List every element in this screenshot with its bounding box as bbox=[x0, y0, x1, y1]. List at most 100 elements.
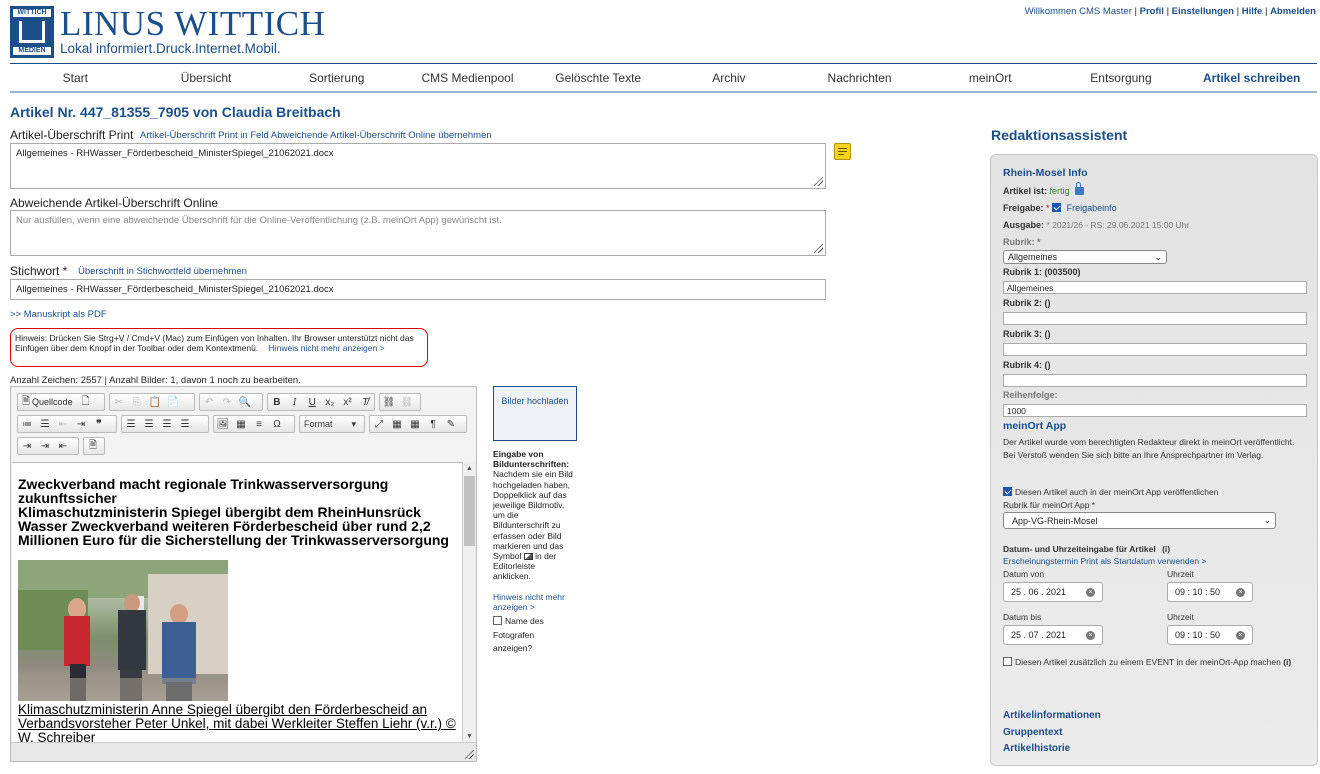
rubrik1-input[interactable]: Allgemeines bbox=[1003, 281, 1307, 294]
article-info-link[interactable]: Artikelinformationen bbox=[1003, 710, 1101, 721]
clear-icon[interactable]: × bbox=[1236, 630, 1245, 640]
article-photo[interactable] bbox=[18, 560, 228, 701]
bullet-list-icon[interactable]: ☰ bbox=[36, 416, 54, 432]
headline-print-input[interactable]: Allgemeines - RHWasser_Förderbescheid_Mi… bbox=[10, 143, 826, 189]
info-icon[interactable]: (i) bbox=[1283, 657, 1291, 667]
nav-archiv[interactable]: Archiv bbox=[664, 71, 795, 85]
bold-icon[interactable]: B bbox=[268, 394, 286, 410]
photographer-option[interactable]: Name des Fotografen anzeigen? bbox=[493, 615, 573, 656]
rubrik-app-select[interactable]: App-VG-Rhein-Mosel ⌄ bbox=[1003, 512, 1276, 529]
document-icon[interactable]: 🗎 bbox=[84, 438, 102, 454]
print-date-link[interactable]: Erscheinungstermin Print als Startdatum … bbox=[1003, 556, 1206, 566]
subscript-icon[interactable]: x₂ bbox=[321, 394, 339, 410]
superscript-icon[interactable]: x² bbox=[339, 394, 357, 410]
resize-handle[interactable] bbox=[814, 244, 823, 253]
special-char-icon[interactable]: Ω bbox=[268, 416, 286, 432]
editor-scrollbar[interactable]: ▲ ▼ bbox=[462, 462, 476, 743]
paste-icon[interactable]: 📋 bbox=[146, 394, 164, 410]
indent-remove-icon[interactable]: ⇥ bbox=[36, 438, 54, 454]
table-delete-icon[interactable]: ▦ bbox=[406, 416, 424, 432]
italic-icon[interactable]: I bbox=[286, 394, 304, 410]
nav-uebersicht[interactable]: Übersicht bbox=[141, 71, 272, 85]
einstellungen-link[interactable]: Einstellungen bbox=[1172, 6, 1234, 17]
spellcheck-icon[interactable]: ✎ bbox=[442, 416, 460, 432]
horizontal-line-icon[interactable]: ≡ bbox=[250, 416, 268, 432]
cut-icon[interactable]: ✂ bbox=[110, 394, 128, 410]
nav-meinort[interactable]: meinOrt bbox=[925, 71, 1056, 85]
align-center-icon[interactable]: ☰ bbox=[140, 416, 158, 432]
rubrik3-input[interactable] bbox=[1003, 343, 1307, 356]
nav-entsorgung[interactable]: Entsorgung bbox=[1056, 71, 1187, 85]
publish-app-checkbox[interactable] bbox=[1003, 487, 1012, 496]
source-button[interactable]: 🗎 Quellcode bbox=[18, 394, 77, 410]
copy-headline-link[interactable]: Artikel-Überschrift Print in Feld Abweic… bbox=[140, 130, 492, 141]
editor-content[interactable]: Zweckverband macht regionale Trinkwasser… bbox=[12, 462, 462, 743]
event-option[interactable]: Diesen Artikel zusätzlich zu einem EVENT… bbox=[1003, 656, 1303, 668]
order-input[interactable]: 1000 bbox=[1003, 404, 1307, 417]
date-to-input[interactable]: 25 . 07 . 2021 × bbox=[1003, 625, 1103, 645]
article-history-link[interactable]: Artikelhistorie bbox=[1003, 743, 1070, 754]
note-icon[interactable] bbox=[834, 143, 851, 160]
rubrik4-input[interactable] bbox=[1003, 374, 1307, 387]
clear-icon[interactable]: × bbox=[1236, 587, 1245, 597]
resize-handle[interactable] bbox=[814, 177, 823, 186]
image-icon[interactable]: 🖼 bbox=[214, 416, 232, 432]
align-right-icon[interactable]: ☰ bbox=[158, 416, 176, 432]
hilfe-link[interactable]: Hilfe bbox=[1242, 6, 1263, 17]
outdent-icon[interactable]: ⇤ bbox=[54, 416, 72, 432]
photographer-checkbox[interactable] bbox=[493, 616, 502, 626]
redo-icon[interactable]: ↷ bbox=[218, 394, 236, 410]
keyword-input[interactable]: Allgemeines - RHWasser_Förderbescheid_Mi… bbox=[10, 279, 826, 300]
format-select[interactable]: Format ▾ bbox=[299, 415, 365, 433]
align-justify-icon[interactable]: ☰ bbox=[176, 416, 194, 432]
headline-online-input[interactable]: Nur ausfüllen, wenn eine abweichende Übe… bbox=[10, 210, 826, 256]
nav-sortierung[interactable]: Sortierung bbox=[271, 71, 402, 85]
nav-nachrichten[interactable]: Nachrichten bbox=[794, 71, 925, 85]
date-from-input[interactable]: 25 . 06 . 2021 × bbox=[1003, 582, 1103, 602]
maximize-icon[interactable]: ⤢ bbox=[370, 416, 388, 432]
copy-icon[interactable]: ⎘ bbox=[128, 394, 146, 410]
align-left-icon[interactable]: ☰ bbox=[122, 416, 140, 432]
release-info-link[interactable]: Freigabeinfo bbox=[1067, 203, 1117, 213]
scroll-thumb[interactable] bbox=[464, 476, 475, 546]
underline-icon[interactable]: U bbox=[303, 394, 321, 410]
info-icon[interactable]: (i) bbox=[1162, 544, 1170, 554]
table-props-icon[interactable]: ▦ bbox=[388, 416, 406, 432]
nav-geloeschte-texte[interactable]: Gelöschte Texte bbox=[533, 71, 664, 85]
table-icon[interactable]: ▦ bbox=[232, 416, 250, 432]
nav-start[interactable]: Start bbox=[10, 71, 141, 85]
time-from-input[interactable]: 09 : 10 : 50 × bbox=[1167, 582, 1253, 602]
logo[interactable]: WITTICH MEDIEN LINUS WITTICH Lokal infor… bbox=[10, 6, 330, 58]
link-icon[interactable]: ⛓ bbox=[380, 394, 398, 410]
profil-link[interactable]: Profil bbox=[1140, 6, 1164, 17]
upload-images-button[interactable]: Bilder hochladen bbox=[493, 386, 577, 441]
lock-icon[interactable] bbox=[1075, 182, 1085, 195]
blockquote-icon[interactable]: ❞ bbox=[90, 416, 108, 432]
welcome-link[interactable]: Willkommen CMS Master bbox=[1025, 6, 1132, 17]
preview-icon[interactable]: 🗋 bbox=[77, 394, 95, 410]
event-checkbox[interactable] bbox=[1003, 657, 1012, 666]
scroll-up-icon[interactable]: ▲ bbox=[463, 462, 476, 475]
rubrik2-input[interactable] bbox=[1003, 312, 1307, 325]
hide-help-link[interactable]: Hinweis nicht mehr anzeigen > bbox=[493, 592, 573, 612]
manuscript-pdf-link[interactable]: >> Manuskript als PDF bbox=[10, 309, 107, 320]
nav-cms-medienpool[interactable]: CMS Medienpool bbox=[402, 71, 533, 85]
time-to-input[interactable]: 09 : 10 : 50 × bbox=[1167, 625, 1253, 645]
group-text-link[interactable]: Gruppentext bbox=[1003, 727, 1062, 738]
publish-app-option[interactable]: Diesen Artikel auch in der meinOrt App v… bbox=[1003, 487, 1218, 497]
unlink-icon[interactable]: ⛓ bbox=[398, 394, 416, 410]
clear-icon[interactable]: × bbox=[1086, 630, 1095, 640]
outdent-first-icon[interactable]: ⇤ bbox=[54, 438, 72, 454]
copy-keyword-link[interactable]: Überschrift in Stichwortfeld übernehmen bbox=[78, 266, 247, 277]
indent-first-icon[interactable]: ⇥ bbox=[18, 438, 36, 454]
clear-format-icon[interactable]: T̸ bbox=[356, 394, 374, 410]
numbered-list-icon[interactable]: ≔ bbox=[18, 416, 36, 432]
release-checkbox[interactable] bbox=[1052, 203, 1062, 212]
rubrik-select[interactable]: Allgemeines ⌄ bbox=[1003, 250, 1167, 264]
clear-icon[interactable]: × bbox=[1086, 587, 1095, 597]
hide-hint-link[interactable]: Hinweis nicht mehr anzeigen > bbox=[269, 343, 385, 353]
undo-icon[interactable]: ↶ bbox=[200, 394, 218, 410]
search-icon[interactable]: 🔍 bbox=[236, 394, 254, 410]
paste-text-icon[interactable]: 📄 bbox=[164, 394, 182, 410]
indent-icon[interactable]: ⇥ bbox=[72, 416, 90, 432]
